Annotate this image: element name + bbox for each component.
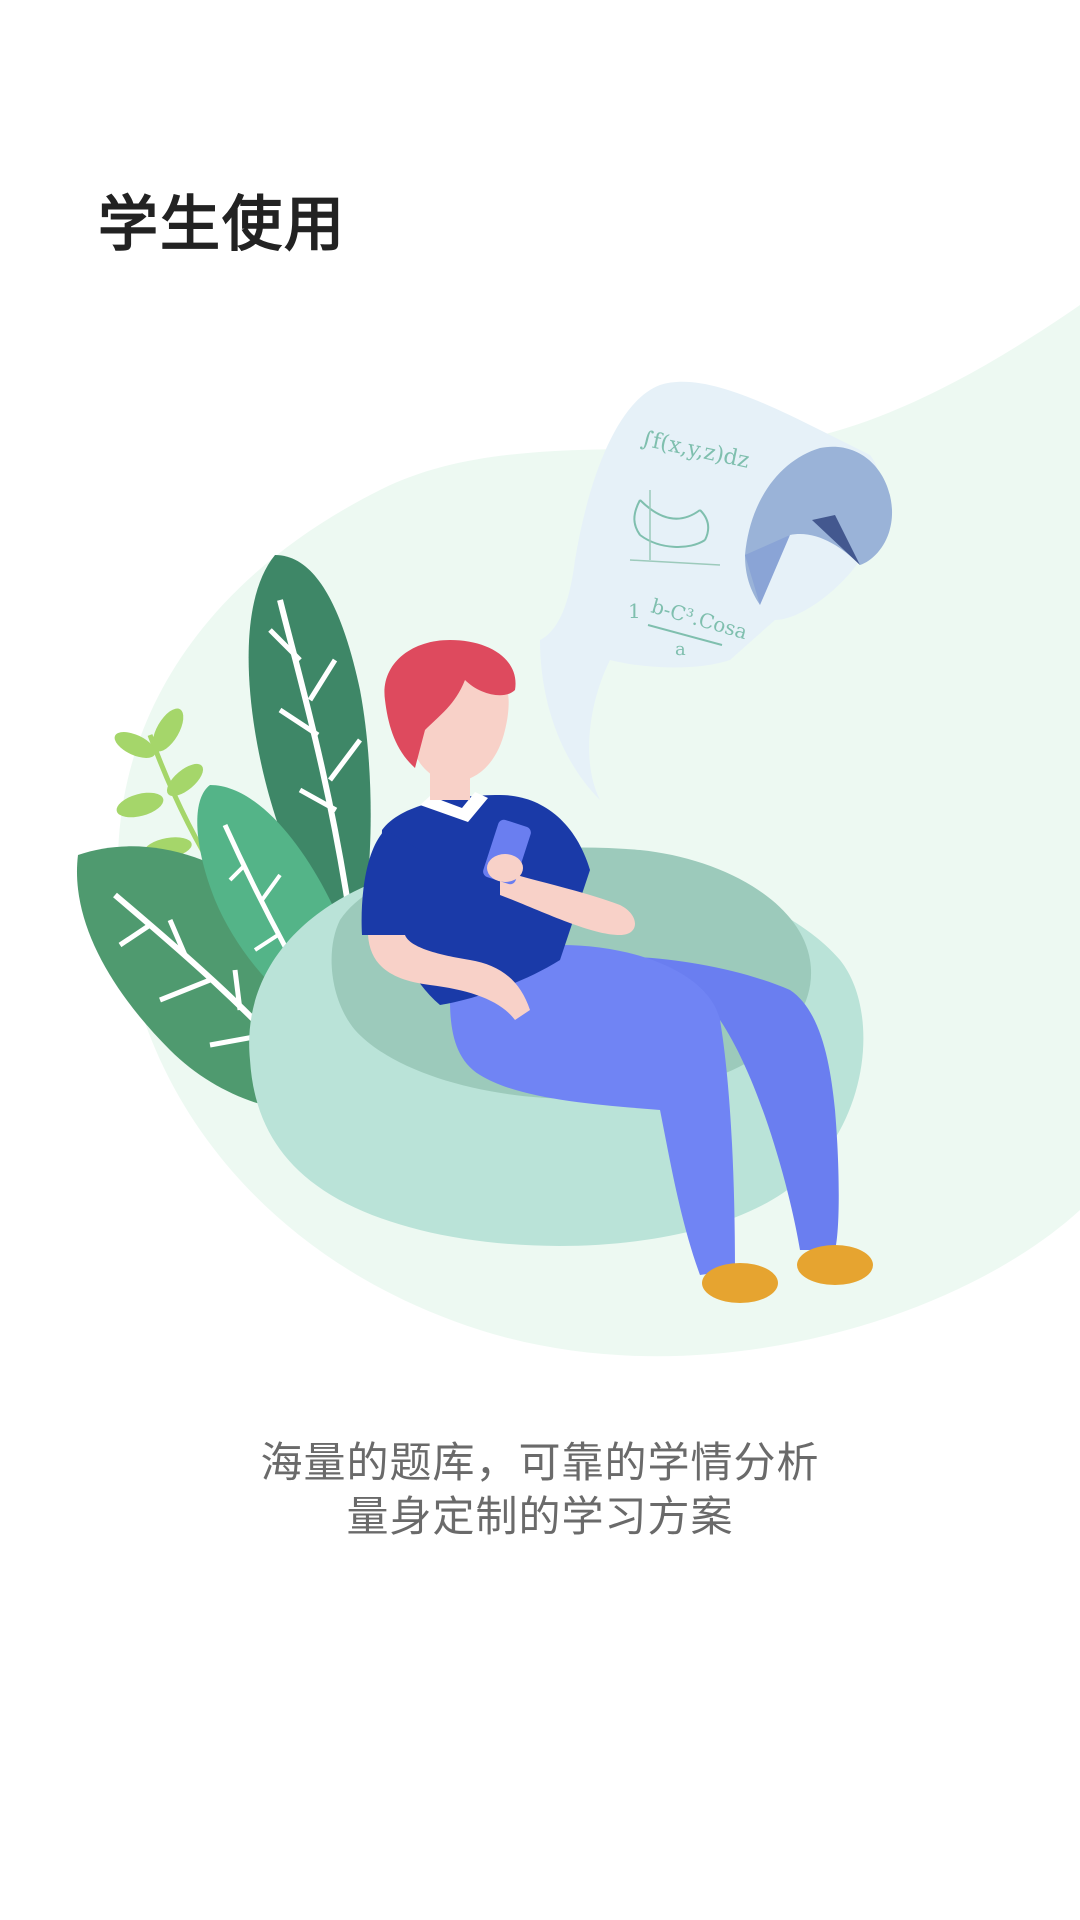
page-title: 学生使用	[98, 190, 346, 260]
formula-denominator: a	[675, 639, 686, 660]
onboarding-screen: 学生使用 ∫f(x,y,z)dz 1 b-C³.Cosa a 海量的题库，可靠的…	[0, 0, 1080, 1920]
subtitle-line-1: 海量的题库，可靠的学情分析	[260, 1438, 820, 1487]
formula-prefix: 1	[628, 599, 641, 623]
subtitle-line-2: 量身定制的学习方案	[346, 1492, 734, 1541]
student-illustration: ∫f(x,y,z)dz 1 b-C³.Cosa a	[76, 305, 1080, 1357]
